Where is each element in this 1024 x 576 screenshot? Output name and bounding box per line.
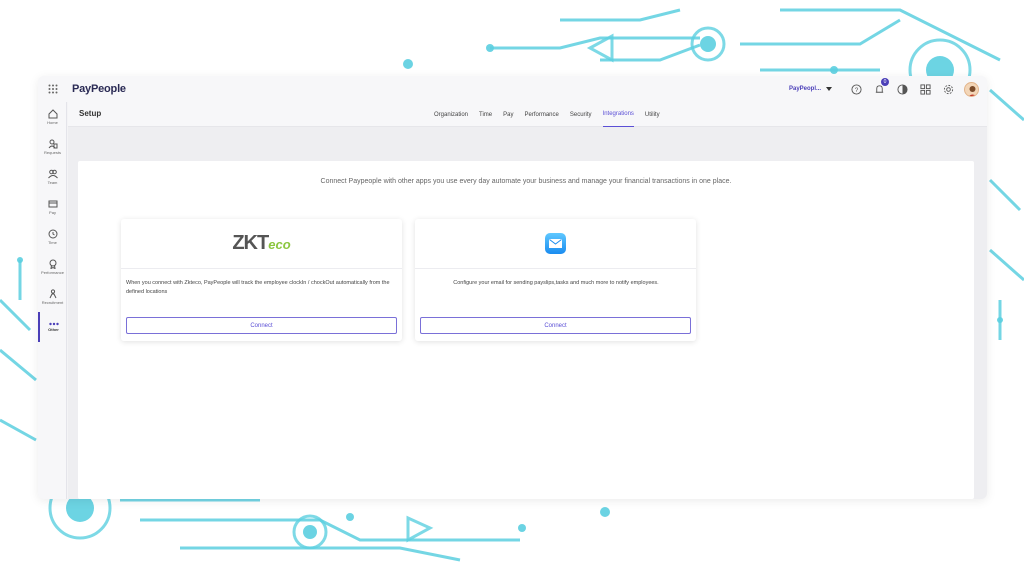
integration-card-zkteco: ZKTeco When you connect with Zkteco, Pay… (121, 219, 402, 341)
apps-icon[interactable] (918, 82, 932, 96)
settings-gear-icon[interactable] (941, 82, 955, 96)
mail-icon (545, 233, 566, 254)
zkteco-logo-text: ZKT (232, 232, 269, 254)
company-selector[interactable]: PayPeopl... (789, 86, 832, 92)
integration-description: When you connect with Zkteco, PayPeople … (126, 280, 390, 295)
sidebar-item-label: Time (48, 240, 57, 245)
notification-count-badge: 0 (881, 78, 889, 86)
connect-email-button[interactable]: Connect (420, 317, 691, 334)
tab-security[interactable]: Security (570, 102, 592, 127)
sidebar-item-other[interactable]: Other (38, 312, 67, 342)
page-title: Setup (79, 109, 102, 118)
sidebar-item-pay[interactable]: Pay (38, 192, 67, 222)
user-avatar[interactable] (964, 81, 979, 97)
integrations-panel: Connect Paypeople with other apps you us… (78, 161, 974, 499)
tab-pay[interactable]: Pay (503, 102, 513, 127)
integration-description: Configure your email for sending payslip… (453, 280, 659, 286)
integration-card-email: Configure your email for sending payslip… (415, 219, 696, 341)
app-logo[interactable]: PayPeople (72, 83, 126, 95)
chevron-down-icon (826, 87, 832, 91)
sidebar-item-home[interactable]: Home (38, 102, 67, 132)
sidebar-item-label: Pay (49, 210, 56, 215)
zkteco-logo-suffix: eco (268, 237, 291, 252)
tab-organization[interactable]: Organization (434, 102, 468, 127)
tab-utility[interactable]: Utility (645, 102, 660, 127)
sidebar-item-time[interactable]: Time (38, 222, 67, 252)
sidebar-item-label: Recruitment (41, 300, 64, 305)
home-icon (48, 109, 57, 119)
help-icon[interactable]: ? (849, 82, 863, 96)
sidebar-item-performance[interactable]: Performance (38, 252, 67, 282)
sidebar-item-label: Other (48, 327, 59, 332)
integrations-intro-text: Connect Paypeople with other apps you us… (320, 178, 732, 185)
main-content: Setup Organization Time Pay Performance … (68, 102, 987, 499)
sidebar-item-recruitment[interactable]: Recruitment (38, 282, 67, 312)
tab-performance[interactable]: Performance (525, 102, 559, 127)
tab-time[interactable]: Time (479, 102, 492, 127)
sidebar-item-label: Performance (41, 270, 64, 275)
connect-zkteco-button[interactable]: Connect (126, 317, 397, 334)
tab-integrations[interactable]: Integrations (602, 102, 634, 127)
more-icon (48, 322, 59, 326)
apps-grid-icon[interactable] (40, 76, 66, 102)
top-bar-actions: PayPeopl... ? 0 (789, 76, 979, 102)
app-window: PayPeople PayPeopl... ? 0 Home Requests … (38, 76, 987, 499)
setup-header: Setup Organization Time Pay Performance … (68, 102, 987, 127)
sidebar-item-requests[interactable]: Requests (38, 132, 67, 162)
company-name: PayPeopl... (788, 86, 821, 92)
email-logo (415, 219, 696, 269)
zkteco-logo: ZKTeco (121, 219, 402, 269)
notifications-bell-icon[interactable]: 0 (872, 78, 889, 96)
sidebar-item-label: Requests (44, 150, 61, 155)
svg-text:?: ? (854, 86, 858, 93)
sidebar-item-label: Home (47, 120, 58, 125)
requests-icon (48, 139, 57, 149)
performance-icon (49, 259, 56, 269)
setup-tabs: Organization Time Pay Performance Securi… (434, 102, 660, 127)
sidebar-item-label: Team (47, 180, 58, 185)
recruitment-icon (49, 289, 56, 299)
theme-toggle-icon[interactable] (895, 82, 909, 96)
pay-icon (48, 200, 57, 208)
team-icon (47, 169, 58, 179)
sidebar-item-team[interactable]: Team (38, 162, 67, 192)
top-bar: PayPeople PayPeopl... ? 0 (38, 76, 987, 102)
sidebar: Home Requests Team Pay Time Performance … (38, 102, 67, 499)
clock-icon (48, 229, 57, 239)
